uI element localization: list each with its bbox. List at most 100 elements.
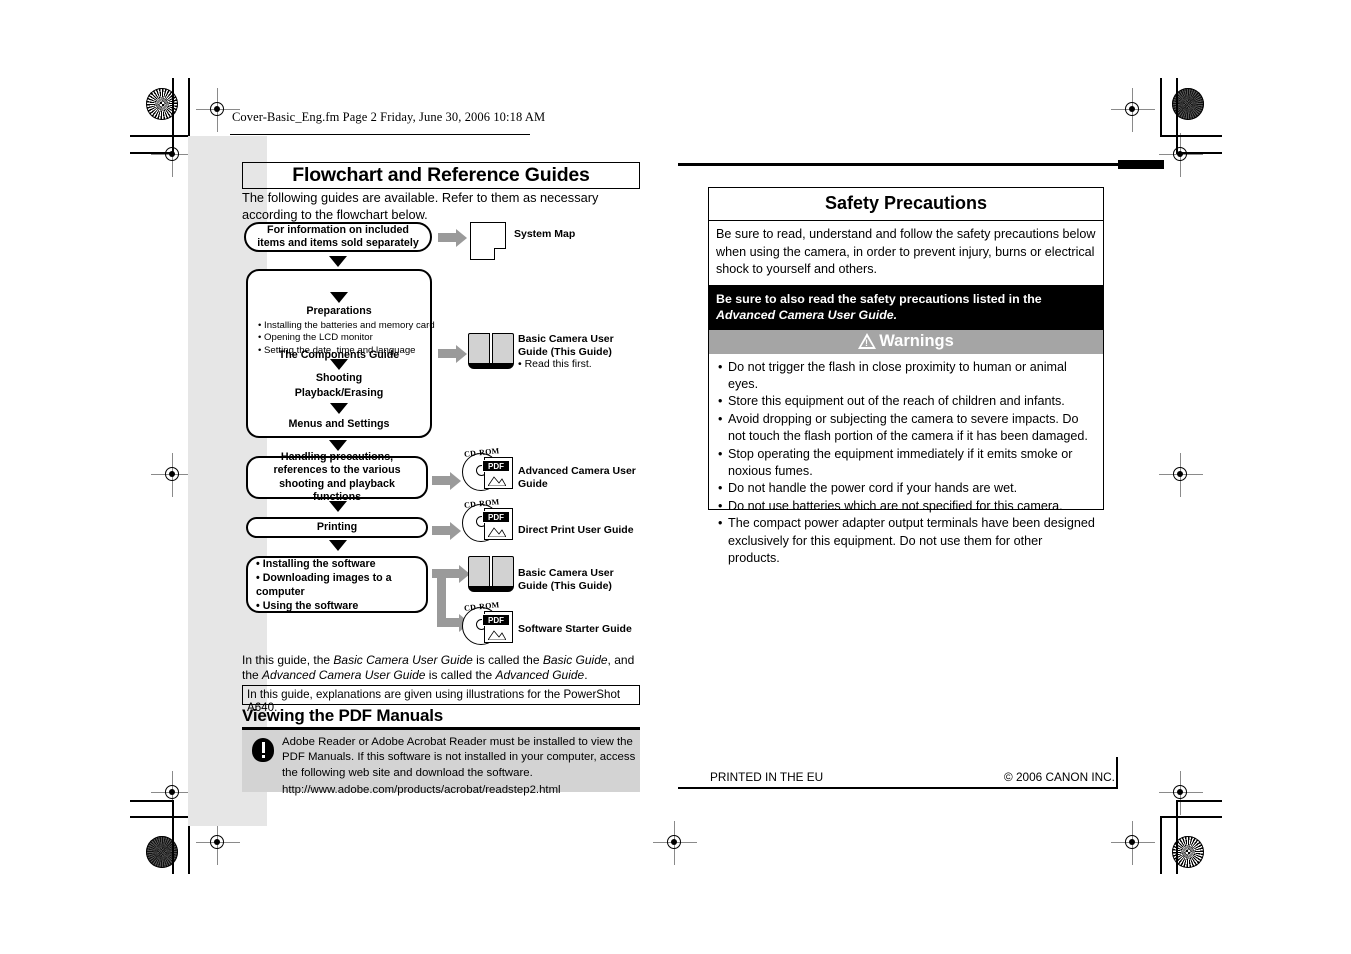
arrow-to-advanced-guide (432, 471, 462, 490)
warning-text: Do not handle the power cord if your han… (728, 481, 1018, 496)
registration-mark-bottom-2 (1111, 821, 1155, 865)
flow-node-software-list: • Installing the software • Downloading … (248, 557, 426, 613)
pdf-reader-note-body: Adobe Reader or Adobe Acrobat Reader mus… (282, 736, 636, 779)
warning-text: Avoid dropping or subjecting the camera … (728, 411, 1088, 444)
pdf-thumbnail-glyph (488, 476, 506, 486)
basic-guide-label-2-line2: Guide (This Guide) (518, 579, 612, 592)
list-item: • Avoid dropping or subjecting the camera… (718, 411, 1095, 446)
registration-mark-left-mid (151, 453, 195, 497)
filename-header: Cover-Basic_Eng.fm Page 2 Friday, June 3… (232, 110, 546, 124)
also-read-line2: Advanced Camera User Guide. (716, 308, 898, 322)
naming-note-seg-b: Basic Camera User Guide (333, 653, 473, 667)
system-map-icon (470, 222, 506, 260)
bullet-glyph: • (718, 394, 723, 409)
system-map-label: System Map (514, 228, 576, 240)
list-item: • Using the software (256, 599, 359, 612)
flow-node-handling-precautions: Handling precautions, references to the … (246, 451, 428, 503)
basic-guide-label-2: Basic Camera User Guide (This Guide) (518, 567, 614, 592)
flow-arrow-down-inner-2 (330, 359, 348, 370)
direct-print-cdrom-icon: CD-ROM PDF (462, 497, 518, 548)
crop-mark-bottomright-h2 (1176, 800, 1222, 802)
software-starter-label: Software Starter Guide (518, 623, 632, 635)
bullet-glyph: • (718, 411, 723, 426)
crop-mark-topright-v2 (1176, 78, 1178, 154)
advanced-guide-label-line2: Guide (518, 477, 548, 490)
advanced-guide-label-line1: Advanced Camera User (518, 465, 636, 477)
page-title: Flowchart and Reference Guides (292, 164, 590, 186)
warning-triangle-icon (858, 333, 877, 349)
naming-note-seg-e: , and (607, 653, 635, 667)
flow-arrow-down-4 (329, 540, 347, 551)
naming-note-seg-c: is called the (472, 653, 543, 667)
footer-rule-right-tick (1116, 757, 1118, 789)
registration-mark-right-upper (1159, 133, 1203, 177)
software-starter-cdrom-icon: CD-ROM PDF (462, 600, 518, 651)
safety-precautions-box: Safety Precautions Be sure to read, unde… (708, 187, 1104, 565)
bullet-glyph: • (718, 481, 723, 496)
warning-text: Do not trigger the flash in close proxim… (728, 359, 1067, 391)
warning-text: The compact power adapter output termina… (728, 516, 1095, 565)
list-item: • Downloading images to a computer (256, 571, 392, 598)
arrow-to-system-map (438, 228, 468, 247)
crop-mark-topleft-h (130, 135, 190, 137)
list-item: • Do not use batteries which are not spec… (718, 498, 1095, 515)
registration-mark-top-1 (196, 88, 240, 132)
crop-mark-bottomleft-v2 (172, 800, 174, 874)
safety-precautions-lead: Be sure to read, understand and follow t… (709, 221, 1103, 286)
flow-node-printing-label: Printing (316, 520, 358, 533)
flow-node-included-items: For information on included items and it… (244, 222, 432, 252)
flow-arrow-down-1 (329, 256, 347, 267)
pdf-badge: PDF (482, 460, 510, 472)
warnings-list: • Do not trigger the flash in close proxi… (709, 354, 1103, 575)
crop-mark-topleft-h2 (130, 152, 174, 154)
advanced-guide-label: Advanced Camera User Guide (518, 465, 636, 490)
crop-mark-topleft-v2 (172, 78, 174, 154)
also-read-line1: Be sure to also read the safety precauti… (716, 291, 1042, 306)
arrow-to-direct-print (432, 521, 462, 540)
bullet-glyph: • (718, 359, 723, 374)
flow-node-printing: Printing (246, 517, 428, 538)
pdf-badge: PDF (482, 511, 510, 523)
basic-guide-label-2-line1: Basic Camera User (518, 567, 614, 579)
page-edge-black-marker (1118, 160, 1164, 169)
basic-guide-label-1-line2: Guide (This Guide) (518, 345, 612, 358)
pdf-manuals-heading: Viewing the PDF Manuals (242, 706, 444, 725)
basic-guide-label-1-note: • Read this first. (518, 358, 592, 371)
list-item: • Installing the batteries and memory ca… (258, 320, 435, 331)
list-item: • Do not trigger the flash in close proxi… (718, 359, 1095, 394)
naming-note-seg-f: the (242, 668, 263, 683)
footer-printed-in: PRINTED IN THE EU (710, 770, 824, 784)
crop-mark-topright-h2 (1176, 152, 1222, 154)
crop-mark-topright-v (1160, 78, 1162, 136)
flow-node-included-items-label: For information on included items and it… (257, 223, 419, 250)
basic-guide-book-icon-2 (468, 556, 514, 592)
flow-node-software: • Installing the software • Downloading … (246, 556, 428, 613)
adobe-download-url[interactable]: http://www.adobe.com/products/acrobat/re… (282, 783, 640, 798)
exclamation-icon (252, 738, 274, 762)
warnings-banner-label: Warnings (879, 331, 954, 350)
menus-settings-heading: Menus and Settings (288, 418, 390, 430)
shooting-heading: Shooting (315, 372, 363, 384)
direct-print-label: Direct Print User Guide (518, 524, 634, 536)
naming-note-seg-h: is called the (425, 668, 496, 683)
crop-mark-bottomright-v (1160, 816, 1162, 874)
pdf-thumbnail-glyph (488, 527, 506, 537)
list-item: • Setting the date, time and language (258, 344, 416, 356)
footer-copyright: © 2006 CANON INC. (1004, 770, 1115, 784)
header-rule-top-left (230, 134, 530, 136)
list-item: • Installing the software (256, 557, 376, 570)
registration-mark-top-2 (1111, 88, 1155, 132)
pdf-thumbnail-glyph (488, 630, 506, 640)
bullet-glyph: • (718, 446, 723, 461)
flow-arrow-down-inner-3 (330, 403, 348, 414)
flow-arrow-down-inner-1 (330, 292, 348, 303)
pdf-reader-note-text: Adobe Reader or Adobe Acrobat Reader mus… (282, 735, 640, 799)
warning-text: Do not use batteries which are not speci… (728, 498, 1063, 513)
header-rule-right (678, 163, 1118, 166)
warning-text: Store this equipment out of the reach of… (728, 394, 1065, 409)
illustration-note-box: In this guide, explanations are given us… (242, 685, 640, 714)
naming-note-seg-g: Advanced Camera User Guide (262, 668, 426, 683)
registration-mark-right-lower (1159, 771, 1203, 815)
naming-note-seg-i: Advanced Guide (495, 668, 585, 683)
naming-note-seg-d: Basic Guide (542, 653, 608, 667)
